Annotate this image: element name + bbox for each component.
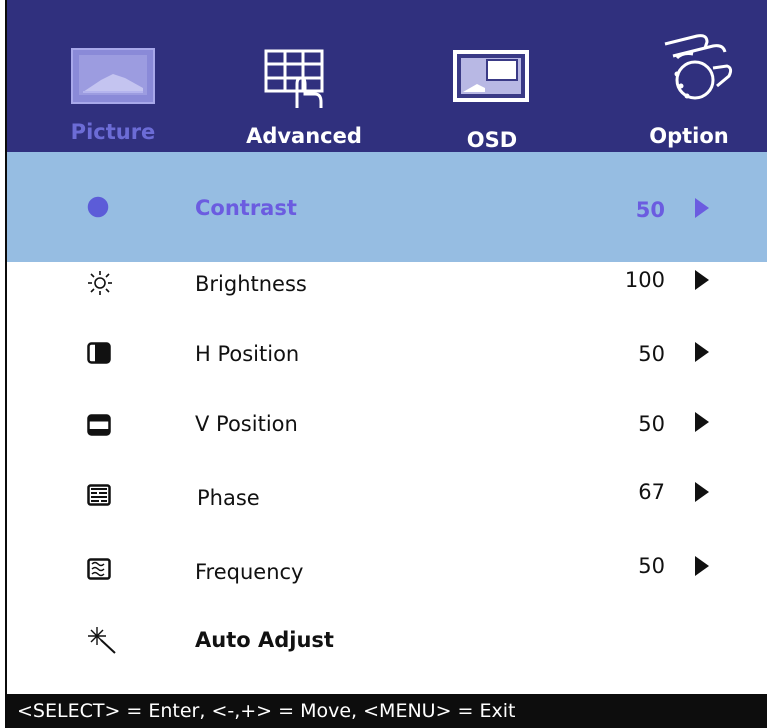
menu-row-auto-adjust[interactable]: Auto Adjust xyxy=(7,624,767,694)
tab-osd-label: OSD xyxy=(466,128,518,152)
brightness-icon xyxy=(87,270,113,300)
menu-row-contrast[interactable]: Contrast 50 xyxy=(7,152,767,262)
frequency-icon xyxy=(87,558,111,584)
osd-menu: Picture Advanced OSD Option Contrast 50 … xyxy=(5,0,767,728)
arrow-right-icon[interactable] xyxy=(695,198,709,218)
menu-row-h-position[interactable]: H Position 50 xyxy=(7,334,767,406)
menu-label-brightness: Brightness xyxy=(195,272,307,296)
menu-value-phase: 67 xyxy=(638,480,665,504)
footer-hint: <SELECT> = Enter, <-,+> = Move, <MENU> =… xyxy=(7,694,767,728)
phase-icon xyxy=(87,484,111,510)
menu-label-auto-adjust: Auto Adjust xyxy=(195,628,334,652)
menu-row-v-position[interactable]: V Position 50 xyxy=(7,406,767,478)
menu-label-v-position: V Position xyxy=(195,412,298,436)
magic-wand-icon xyxy=(87,626,117,658)
tab-advanced[interactable]: Advanced xyxy=(229,0,379,152)
tab-advanced-label: Advanced xyxy=(246,124,362,148)
tab-option-label: Option xyxy=(649,124,729,148)
menu-value-frequency: 50 xyxy=(638,554,665,578)
menu-row-brightness[interactable]: Brightness 100 xyxy=(7,262,767,334)
menu-label-h-position: H Position xyxy=(195,342,300,366)
menu-value-h-position: 50 xyxy=(638,342,665,366)
menu-label-contrast: Contrast xyxy=(195,196,297,220)
grid-touch-icon xyxy=(263,48,343,114)
arrow-right-icon[interactable] xyxy=(695,482,709,502)
osd-screen-icon xyxy=(451,48,531,108)
tab-osd[interactable]: OSD xyxy=(443,0,541,152)
arrow-right-icon[interactable] xyxy=(695,342,709,362)
menu-row-frequency[interactable]: Frequency 50 xyxy=(7,552,767,624)
arrow-right-icon[interactable] xyxy=(695,556,709,576)
tab-picture-label: Picture xyxy=(70,120,156,144)
tab-bar: Picture Advanced OSD Option xyxy=(7,0,767,152)
picture-icon xyxy=(71,48,155,108)
hand-dial-icon xyxy=(653,26,735,110)
h-position-icon xyxy=(87,342,111,368)
arrow-right-icon[interactable] xyxy=(695,412,709,432)
contrast-icon xyxy=(87,196,109,222)
tab-picture[interactable]: Picture xyxy=(65,0,161,152)
menu-row-phase[interactable]: Phase 67 xyxy=(7,478,767,552)
menu-label-phase: Phase xyxy=(197,486,260,510)
menu-value-brightness: 100 xyxy=(624,268,665,292)
v-position-icon xyxy=(87,414,111,440)
menu-label-frequency: Frequency xyxy=(195,560,304,584)
tab-option[interactable]: Option xyxy=(639,0,739,152)
menu-value-v-position: 50 xyxy=(638,412,665,436)
menu-value-contrast: 50 xyxy=(635,198,665,222)
arrow-right-icon[interactable] xyxy=(695,270,709,290)
